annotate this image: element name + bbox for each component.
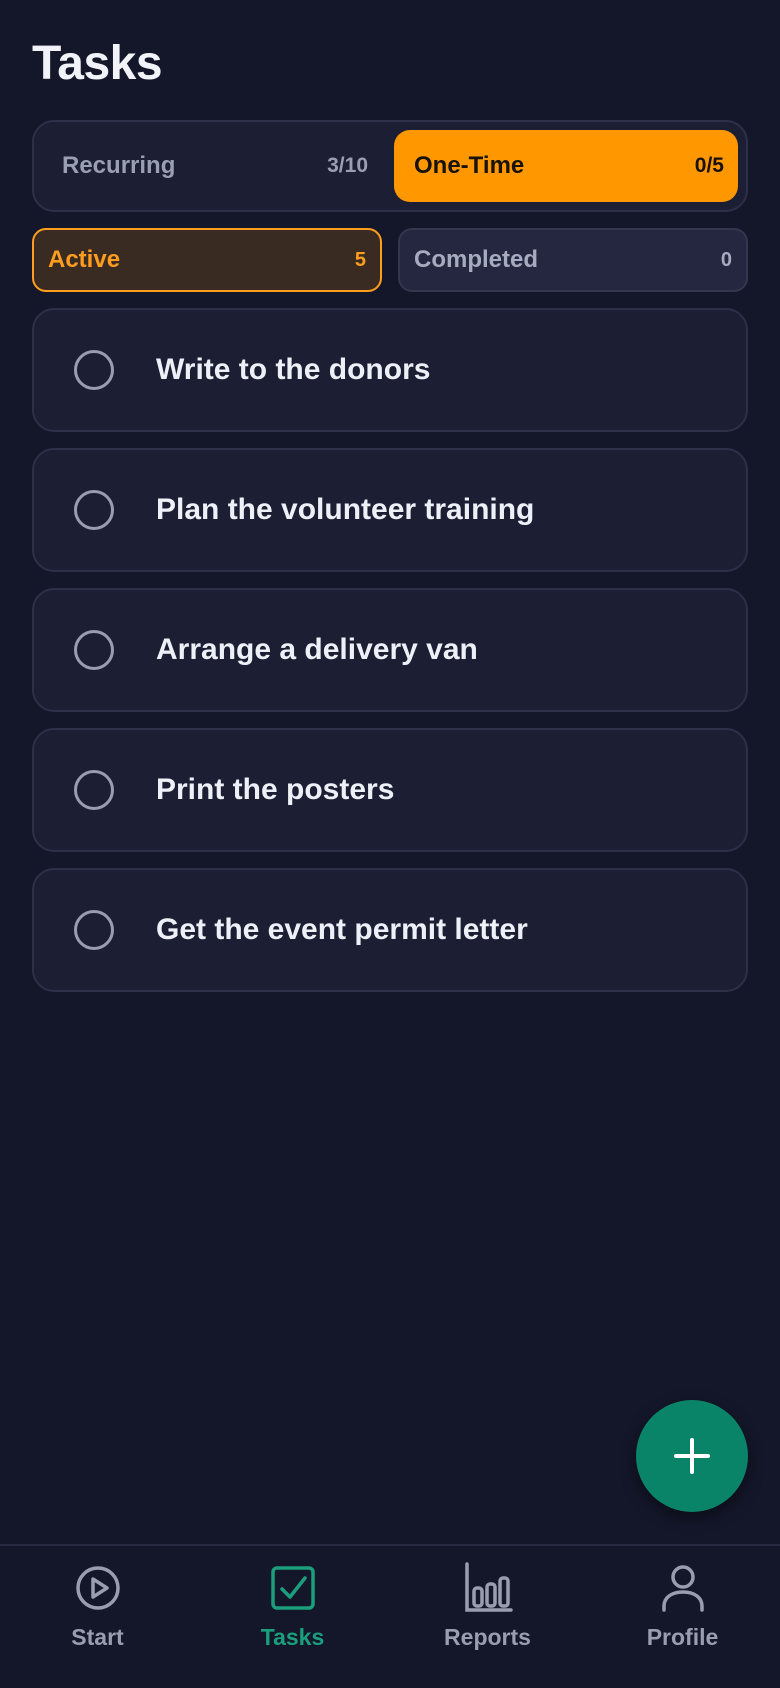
page-title: Tasks xyxy=(32,37,163,90)
task-complete-radio[interactable] xyxy=(74,630,114,670)
task-card[interactable]: Get the event permit letter xyxy=(32,868,748,992)
one-time-tab[interactable]: One-Time 0/5 xyxy=(394,130,738,202)
checkbox-icon xyxy=(270,1566,315,1610)
task-card[interactable]: Write to the donors xyxy=(32,308,748,432)
task-title: Plan the volunteer training xyxy=(156,493,535,526)
nav-profile-label: Profile xyxy=(646,1624,719,1650)
nav-reports-label: Reports xyxy=(444,1624,531,1650)
recurring-tab-label: Recurring xyxy=(62,152,176,179)
active-filter-button[interactable]: Active 5 xyxy=(32,228,382,292)
bottom-navigation: Start Tasks Reports Profile xyxy=(0,1544,780,1688)
nav-start-label: Start xyxy=(71,1624,124,1650)
task-title: Write to the donors xyxy=(156,353,431,386)
person-icon xyxy=(661,1565,704,1612)
nav-profile[interactable]: Profile xyxy=(585,1560,780,1670)
one-time-tab-count: 0/5 xyxy=(694,154,724,177)
one-time-tab-label: One-Time xyxy=(414,152,525,179)
nav-tasks-label: Tasks xyxy=(260,1624,325,1650)
plus-icon xyxy=(674,1438,710,1474)
task-title: Arrange a delivery van xyxy=(156,633,478,666)
nav-tasks[interactable]: Tasks xyxy=(195,1560,390,1670)
bar-chart-icon xyxy=(464,1562,513,1612)
task-complete-radio[interactable] xyxy=(74,490,114,530)
task-card[interactable]: Plan the volunteer training xyxy=(32,448,748,572)
play-circle-icon xyxy=(75,1566,120,1610)
recurring-tab-count: 3/10 xyxy=(327,154,368,177)
active-filter-count: 5 xyxy=(354,248,366,271)
completed-filter-label: Completed xyxy=(414,246,539,273)
task-title: Get the event permit letter xyxy=(156,913,528,946)
completed-filter-button[interactable]: Completed 0 xyxy=(398,228,748,292)
task-card[interactable]: Arrange a delivery van xyxy=(32,588,748,712)
task-complete-radio[interactable] xyxy=(74,350,114,390)
completed-filter-count: 0 xyxy=(720,248,732,271)
task-complete-radio[interactable] xyxy=(74,910,114,950)
task-card[interactable]: Print the posters xyxy=(32,728,748,852)
nav-reports[interactable]: Reports xyxy=(390,1560,585,1670)
add-task-button[interactable] xyxy=(636,1400,748,1512)
task-type-segmented-control: Recurring 3/10 One-Time 0/5 xyxy=(32,120,748,212)
active-filter-label: Active xyxy=(48,246,121,273)
recurring-tab[interactable]: Recurring 3/10 xyxy=(42,130,382,202)
task-complete-radio[interactable] xyxy=(74,770,114,810)
nav-start[interactable]: Start xyxy=(0,1560,195,1670)
task-title: Print the posters xyxy=(156,773,395,806)
tasks-screen: Tasks Recurring 3/10 One-Time 0/5 Active… xyxy=(0,0,780,1688)
